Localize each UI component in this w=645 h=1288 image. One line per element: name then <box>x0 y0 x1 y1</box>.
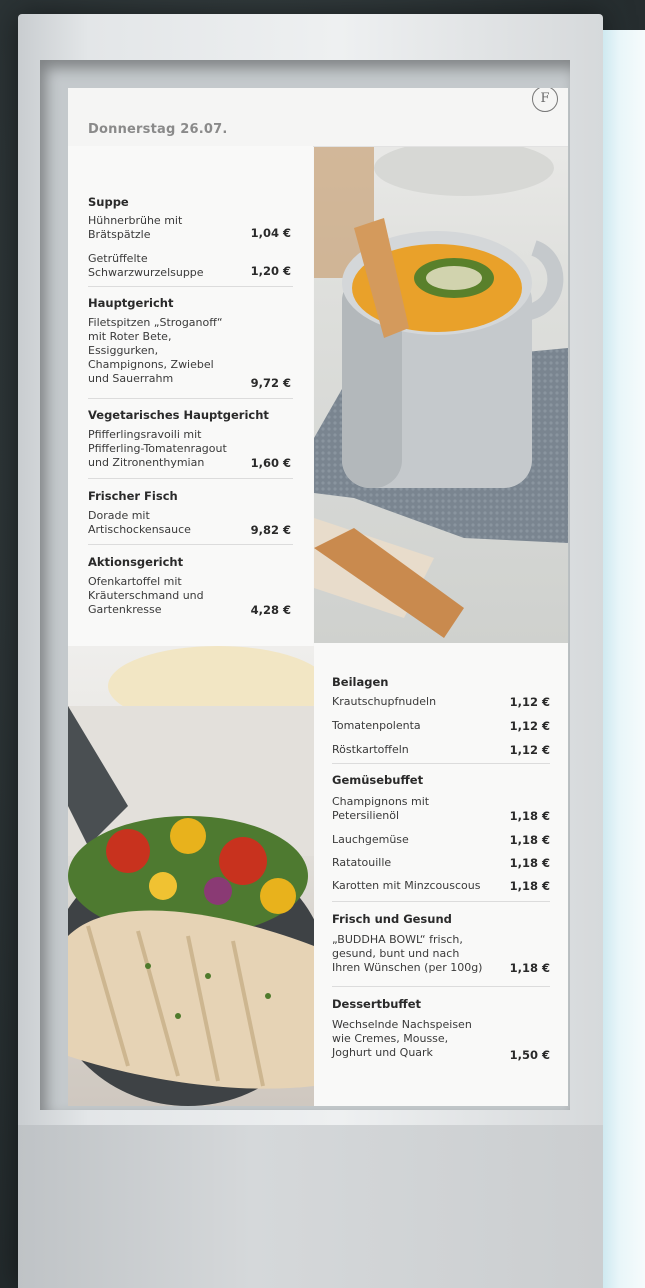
menu-item-price: 1,50 € <box>509 1048 550 1062</box>
chicken-photo <box>68 646 314 1106</box>
category-aktion: Aktionsgericht <box>88 555 184 569</box>
logo-icon: F <box>532 88 558 112</box>
menu-item-price: 4,28 € <box>250 603 291 617</box>
menu-item-price: 1,20 € <box>250 264 291 278</box>
divider <box>88 286 293 287</box>
kiosk-side-panel <box>603 30 645 1288</box>
menu-item-price: 1,18 € <box>509 879 550 893</box>
category-fisch: Frischer Fisch <box>88 489 178 503</box>
menu-item: „BUDDHA BOWL“ frisch, gesund, bunt und n… <box>332 933 483 974</box>
divider <box>88 478 293 479</box>
menu-screen: Donnerstag 26.07. F Suppe Hühnerbrühe mi… <box>68 88 568 1106</box>
menu-item: Tomatenpolenta <box>332 719 421 732</box>
category-gemuesebuffet: Gemüsebuffet <box>332 773 424 787</box>
menu-item: Pfifferlingsravoili mit Pfifferling-Toma… <box>88 428 227 469</box>
menu-item: Röstkartoffeln <box>332 743 409 756</box>
menu-item-price: 1,12 € <box>509 719 550 733</box>
menu-item-price: 1,12 € <box>509 695 550 709</box>
menu-item: Karotten mit Minzcouscous <box>332 879 481 892</box>
menu-item-price: 1,18 € <box>509 961 550 975</box>
category-suppe: Suppe <box>88 195 129 209</box>
right-menu-panel: Beilagen Krautschupfnudeln 1,12 € Tomate… <box>314 643 568 1106</box>
menu-header: Donnerstag 26.07. F <box>68 88 568 147</box>
menu-item: Dorade mit Artischockensauce <box>88 509 191 536</box>
left-menu-panel: Suppe Hühnerbrühe mit Brätspätzle 1,04 €… <box>68 146 313 646</box>
divider <box>332 901 550 902</box>
menu-item-price: 9,82 € <box>250 523 291 537</box>
menu-item-price: 1,04 € <box>250 226 291 240</box>
menu-item-price: 1,60 € <box>250 456 291 470</box>
soup-photo <box>314 138 568 643</box>
category-dessertbuffet: Dessertbuffet <box>332 997 422 1011</box>
divider <box>88 544 293 545</box>
menu-item: Champignons mit Petersilienöl <box>332 795 430 822</box>
divider <box>332 986 550 987</box>
menu-item-price: 9,72 € <box>250 376 291 390</box>
menu-item: Ratatouille <box>332 856 392 869</box>
category-hauptgericht: Hauptgericht <box>88 296 174 310</box>
menu-item-price: 1,18 € <box>509 833 550 847</box>
menu-item-price: 1,18 € <box>509 809 550 823</box>
menu-item: Getrüffelte Schwarzwurzelsuppe <box>88 252 204 279</box>
menu-item-price: 1,12 € <box>509 743 550 757</box>
category-frisch-gesund: Frisch und Gesund <box>332 912 452 926</box>
menu-item: Wechselnde Nachspeisen wie Cremes, Mouss… <box>332 1018 472 1059</box>
category-beilagen: Beilagen <box>332 675 389 689</box>
menu-item-price: 1,18 € <box>509 856 550 870</box>
divider <box>88 398 293 399</box>
divider <box>332 763 550 764</box>
menu-item: Filetspitzen „Stroganoff“ mit Roter Bete… <box>88 316 223 385</box>
date-label: Donnerstag 26.07. <box>88 122 228 137</box>
category-vegetarisch: Vegetarisches Hauptgericht <box>88 408 269 422</box>
menu-item: Krautschupfnudeln <box>332 695 437 708</box>
kiosk-base <box>18 1125 603 1288</box>
menu-item: Hühnerbrühe mit Brätspätzle <box>88 214 183 241</box>
menu-item: Lauchgemüse <box>332 833 409 846</box>
menu-item: Ofenkartoffel mit Kräuterschmand und Gar… <box>88 575 204 616</box>
